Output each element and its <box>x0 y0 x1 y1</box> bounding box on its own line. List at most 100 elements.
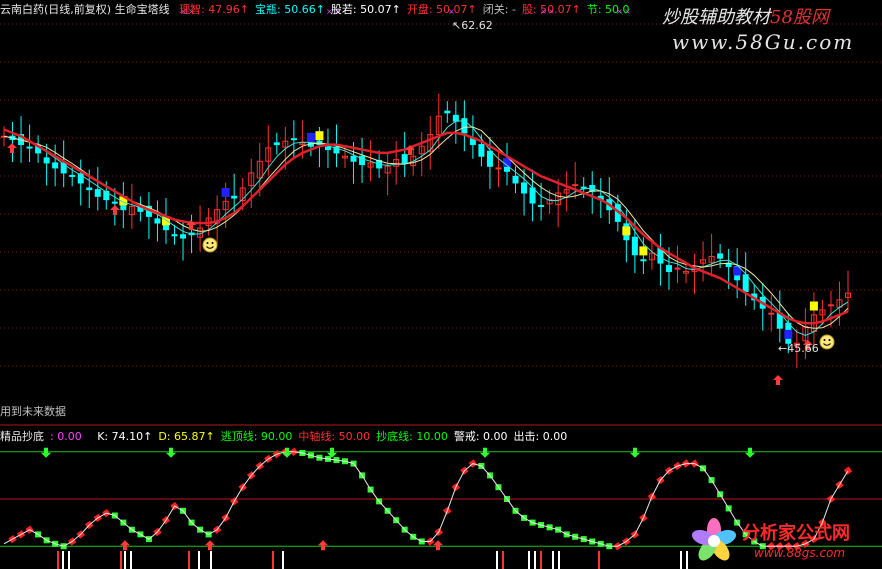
high-annotation: ↖62.62 <box>452 19 493 32</box>
header-item: 股: 50.07↑ <box>521 3 581 16</box>
candle-body <box>495 167 502 170</box>
candle-body <box>350 155 357 162</box>
candle-body <box>94 189 101 197</box>
header-item: 闭关: - <box>482 3 516 16</box>
signal-tick <box>272 551 274 569</box>
candle-body <box>674 267 681 270</box>
down-arrow-icon <box>41 447 51 458</box>
tower-block-yellow <box>639 246 648 256</box>
down-arrow-icon <box>166 447 176 458</box>
signal-tick <box>198 551 200 569</box>
candle-body <box>69 174 76 177</box>
candle-body <box>26 146 33 149</box>
candlesticks <box>1 93 851 369</box>
signal-tick <box>210 551 212 569</box>
candle-body <box>154 218 161 224</box>
candle-body <box>512 175 519 184</box>
smiley-eye <box>828 339 831 341</box>
signal-tick <box>496 551 498 569</box>
up-arrow-icon <box>318 540 328 551</box>
candle-body <box>572 184 579 187</box>
tower-block-yellow <box>622 226 631 236</box>
candle-body <box>171 234 178 237</box>
signal-tick <box>62 551 64 569</box>
candle-body <box>580 186 587 189</box>
candle-body <box>538 204 545 207</box>
smiley-icon <box>202 237 218 253</box>
future-data-label: 用到未来数据 <box>0 405 66 418</box>
watermark-url: www.58Gu.com <box>672 30 855 54</box>
smiley-eye <box>823 339 826 341</box>
candle-body <box>486 150 493 167</box>
indicator-header-item: 抄底线: 10.00 <box>376 430 448 443</box>
signal-tick <box>124 551 126 569</box>
candle-body <box>43 157 50 164</box>
watermark-brand-url: www.88gs.com <box>754 546 846 560</box>
smiley-eye <box>206 242 209 244</box>
candle-body <box>444 110 451 114</box>
ma-short-line <box>3 120 849 336</box>
indicator-header-item: K: 74.10↑ <box>97 430 153 443</box>
ma-long-line <box>3 128 849 325</box>
header-item: 宝瓶: 50.66↑ <box>255 3 325 16</box>
tower-block-blue <box>784 329 793 339</box>
down-arrow-icon <box>282 447 292 458</box>
candle-body <box>521 182 528 194</box>
ma-mid-line <box>3 126 849 329</box>
indicator-header: 精品抄底: 0.00 K: 74.10↑ D: 65.87↑ 逃顶线: 90.00 中… <box>0 428 579 444</box>
header-item: 开盘: 50.07↑ <box>406 3 477 16</box>
candle-body <box>742 274 749 292</box>
indicator-header-item: 中轴线: 50.00 <box>298 430 371 443</box>
signal-tick <box>130 551 132 569</box>
up-arrow-icon <box>120 540 130 551</box>
candle-body <box>768 312 775 315</box>
candle-body <box>401 154 408 164</box>
smiley-icon <box>819 334 835 350</box>
up-arrow-icon <box>773 375 783 385</box>
signal-tick <box>528 551 530 569</box>
signal-tick <box>540 551 542 569</box>
down-arrow-icon <box>480 447 490 458</box>
candle-body <box>111 201 118 204</box>
header-item: 理智: 47.96↑ <box>179 3 249 16</box>
tower-block-blue <box>306 132 315 142</box>
signal-tick <box>680 551 682 569</box>
candle-body <box>52 162 59 169</box>
smiley-eye <box>211 242 214 244</box>
candle-body <box>452 114 459 122</box>
indicator-header-item: 逃顶线: 90.00 <box>220 430 293 443</box>
indicator-title: 精品抄底: 0.00 <box>0 430 82 443</box>
moving-averages <box>3 120 849 336</box>
candle-body <box>478 144 485 157</box>
tower-block-yellow <box>315 131 324 141</box>
candle-body <box>631 236 638 256</box>
watermark-brand: 分析家公式网 <box>742 523 850 544</box>
up-arrow-icon <box>110 205 120 215</box>
down-arrow-icon <box>745 447 755 458</box>
signal-tick <box>552 551 554 569</box>
down-arrow-icon <box>630 447 640 458</box>
signal-tick <box>282 551 284 569</box>
up-arrow-icon <box>7 143 17 153</box>
candle-body <box>665 265 672 272</box>
tower-block-blue <box>221 187 230 197</box>
candle-body <box>290 138 297 141</box>
low-annotation: ←45.66 <box>778 342 819 355</box>
candle-body <box>86 187 93 191</box>
signal-tick <box>57 551 59 569</box>
chart-title: 云南白药(日线,前复权) 生命宝塔线 <box>0 3 170 16</box>
candle-body <box>529 187 536 204</box>
candle-body <box>640 259 647 262</box>
up-arrow-icon <box>433 540 443 551</box>
signal-tick <box>502 551 504 569</box>
signal-tick <box>558 551 560 569</box>
candle-body <box>827 304 834 307</box>
indicator-header-item: 警戒: 0.00 <box>453 430 508 443</box>
candle-body <box>717 253 724 259</box>
flower-logo-icon <box>691 518 737 561</box>
tower-block-yellow <box>809 301 818 311</box>
price-header: 云南白药(日线,前复权) 生命宝塔线 理智: 47.96↑ 宝瓶: 50.66↑ 股… <box>0 1 642 17</box>
candle-body <box>273 142 280 146</box>
oscillator <box>0 447 882 569</box>
candle-body <box>231 195 238 199</box>
